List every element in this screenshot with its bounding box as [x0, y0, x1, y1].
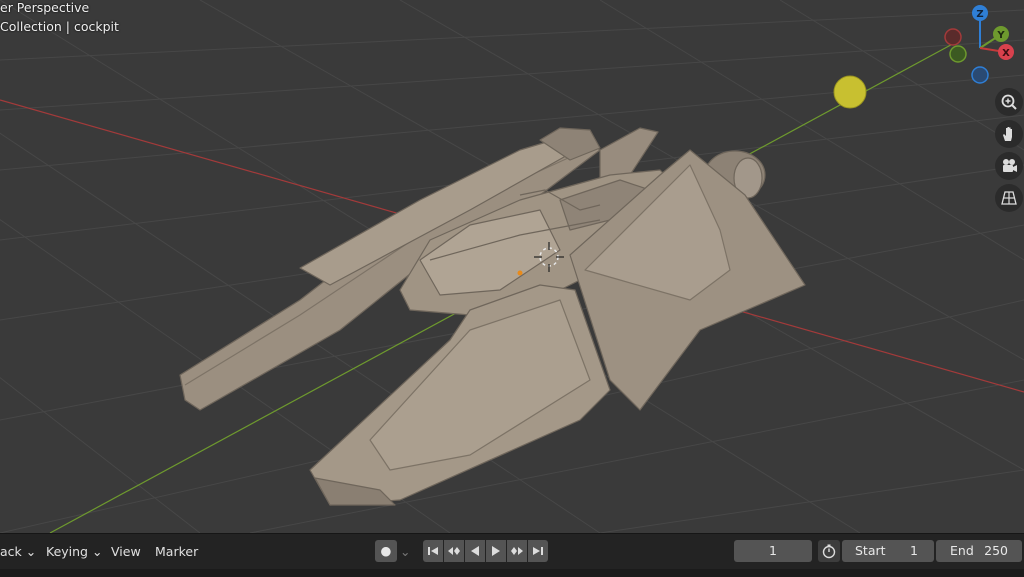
chevron-down-icon: ⌄	[91, 544, 103, 559]
play-reverse-icon	[471, 546, 479, 556]
record-icon: ●	[380, 543, 392, 558]
playback-menu[interactable]: ack ⌄	[0, 542, 36, 562]
jump-to-keyframe-forward-button[interactable]	[507, 540, 527, 562]
jump-end-icon	[533, 547, 543, 555]
scene-canvas[interactable]: Z Y X	[0, 0, 1024, 533]
view-menu[interactable]: View	[111, 542, 141, 562]
playback-menu-label: ack	[0, 544, 22, 559]
jump-to-start-button[interactable]	[423, 540, 443, 562]
pan-hand-icon	[1003, 127, 1012, 141]
keyframe-back-icon	[448, 547, 460, 555]
gizmo-x-label: X	[1002, 48, 1010, 59]
jump-to-end-button[interactable]	[528, 540, 548, 562]
chevron-down-icon: ⌄	[400, 544, 411, 559]
zoom-button[interactable]	[995, 88, 1023, 116]
start-label: Start	[855, 543, 886, 558]
timeline-editor: ack ⌄ Keying ⌄ View Marker ● ⌄ 1 Start 1…	[0, 533, 1024, 577]
gizmo-y-label: Y	[996, 30, 1005, 41]
jump-start-icon	[428, 547, 438, 555]
camera-view-button[interactable]	[995, 152, 1023, 180]
stopwatch-icon	[822, 544, 836, 559]
preview-range-toggle[interactable]	[818, 540, 840, 562]
marker-menu[interactable]: Marker	[155, 542, 198, 562]
current-frame-field[interactable]: 1	[734, 540, 812, 562]
3d-viewport[interactable]: Z Y X er Perspective Collection | cockpi…	[0, 0, 1024, 533]
start-frame-field[interactable]: Start 1	[842, 540, 934, 562]
keying-menu-label: Keying	[46, 544, 88, 559]
keying-menu[interactable]: Keying ⌄	[46, 542, 102, 562]
grid-perspective-icon	[1001, 191, 1017, 205]
origin-point-icon	[517, 270, 523, 276]
keyframe-forward-icon	[511, 547, 523, 555]
gizmo-z-label: Z	[976, 9, 983, 20]
chevron-down-icon: ⌄	[25, 544, 37, 559]
play-icon	[492, 546, 500, 556]
camera-icon	[1003, 159, 1017, 172]
start-value: 1	[910, 543, 918, 558]
collection-info-label: Collection | cockpit	[0, 19, 119, 34]
end-frame-field[interactable]: End 250	[936, 540, 1022, 562]
jump-to-keyframe-back-button[interactable]	[444, 540, 464, 562]
play-button[interactable]	[486, 540, 506, 562]
light-object-icon[interactable]	[833, 75, 867, 109]
end-value: 250	[984, 543, 1008, 558]
pan-button[interactable]	[995, 120, 1023, 148]
auto-keying-toggle[interactable]: ●	[375, 540, 397, 562]
play-reverse-button[interactable]	[465, 540, 485, 562]
auto-keying-dropdown[interactable]: ⌄	[400, 542, 410, 562]
view-name-label: er Perspective	[0, 0, 90, 15]
end-label: End	[950, 543, 974, 558]
perspective-toggle-button[interactable]	[995, 184, 1023, 212]
zoom-icon	[1001, 94, 1017, 110]
